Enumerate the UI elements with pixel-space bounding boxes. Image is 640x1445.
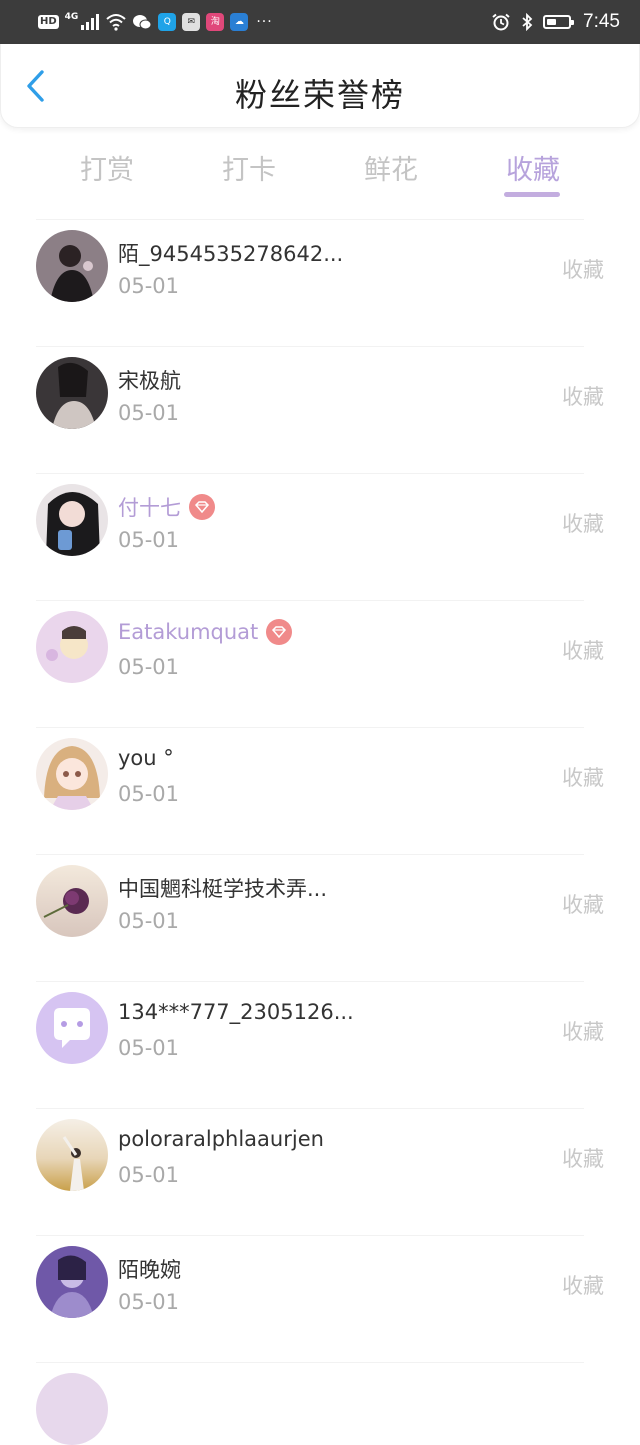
fan-name-text: you ° — [118, 746, 174, 770]
fan-name: poloraralphlaaurjen — [118, 1127, 324, 1151]
taobao-icon: 淘 — [206, 13, 225, 31]
tab-favorites[interactable]: 收藏 — [462, 138, 604, 202]
fan-name: Eatakumquat — [118, 619, 293, 645]
avatar-image — [36, 865, 108, 937]
avatar[interactable] — [36, 611, 108, 683]
wifi-icon — [106, 14, 126, 31]
avatar-image — [36, 1246, 108, 1318]
avatar-image — [36, 1373, 108, 1445]
favorite-action[interactable]: 收藏 — [562, 889, 604, 919]
favorite-action[interactable]: 收藏 — [562, 381, 604, 411]
avatar[interactable] — [36, 1246, 108, 1318]
hd-indicator: HD — [38, 15, 59, 29]
fan-name: 付十七 — [118, 492, 215, 522]
fan-date: 05-01 — [118, 401, 180, 425]
more-notifications: ··· — [256, 14, 273, 30]
favorite-action[interactable]: 收藏 — [562, 508, 604, 538]
page-title: 粉丝荣誉榜 — [234, 76, 405, 114]
tab-label: 打卡 — [222, 155, 276, 186]
fan-name-text: Eatakumquat — [118, 620, 259, 644]
fan-name: you ° — [118, 746, 174, 770]
avatar-image — [36, 1119, 108, 1191]
fan-date: 05-01 — [118, 655, 180, 679]
avatar-image — [36, 611, 108, 683]
tab-reward[interactable]: 打赏 — [36, 138, 178, 202]
fan-name-text: 宋极航 — [118, 369, 181, 393]
avatar-image — [36, 484, 108, 556]
list-item[interactable] — [36, 1362, 584, 1445]
tab-indicator — [504, 192, 560, 197]
fan-name: 134***777_2305126... — [118, 1000, 354, 1024]
tab-label: 打赏 — [80, 155, 134, 186]
clock: 7:45 — [583, 11, 620, 32]
battery-icon — [543, 15, 575, 29]
wechat-icon — [133, 15, 152, 30]
list-item[interactable]: Eatakumquat 05-01 收藏 — [36, 600, 604, 727]
diamond-icon — [189, 494, 215, 520]
tab-label: 鲜花 — [364, 155, 418, 186]
avatar[interactable] — [36, 738, 108, 810]
chat-bubble-icon — [36, 992, 108, 1064]
mail-icon: ✉ — [182, 13, 201, 31]
fan-date: 05-01 — [118, 909, 180, 933]
fan-name: 中国魍科梃学技术弄... — [118, 873, 327, 903]
fan-name-text: poloraralphlaaurjen — [118, 1127, 324, 1151]
favorite-action[interactable]: 收藏 — [562, 635, 604, 665]
cloud-icon: ☁ — [230, 13, 249, 31]
list-item[interactable]: you ° 05-01 收藏 — [36, 727, 604, 854]
fan-list: 陌_9454535278642... 05-01 收藏 宋极航 05-01 收藏 — [0, 219, 640, 1445]
bluetooth-icon — [522, 13, 533, 31]
avatar[interactable] — [36, 992, 108, 1064]
list-item[interactable]: 宋极航 05-01 收藏 — [36, 346, 604, 473]
fan-date: 05-01 — [118, 274, 180, 298]
fan-date: 05-01 — [118, 1163, 180, 1187]
avatar[interactable] — [36, 484, 108, 556]
avatar[interactable] — [36, 357, 108, 429]
favorite-action[interactable]: 收藏 — [562, 762, 604, 792]
avatar[interactable] — [36, 1119, 108, 1191]
diamond-icon — [266, 619, 293, 645]
avatar-image — [36, 230, 108, 302]
favorite-action[interactable]: 收藏 — [562, 1270, 604, 1300]
status-bar: HD 4G Q ✉ 淘 ☁ ··· 7:45 — [0, 0, 640, 44]
tab-checkin[interactable]: 打卡 — [178, 138, 320, 202]
fan-name: 宋极航 — [118, 365, 181, 395]
fan-date: 05-01 — [118, 1036, 180, 1060]
app-header: 粉丝荣誉榜 — [0, 44, 640, 128]
list-item[interactable]: 付十七 05-01 收藏 — [36, 473, 604, 600]
list-item[interactable]: 中国魍科梃学技术弄... 05-01 收藏 — [36, 854, 604, 981]
alarm-icon — [492, 13, 510, 31]
qq-browser-icon: Q — [158, 13, 177, 31]
fan-name: 陌晚婉 — [118, 1254, 181, 1284]
fan-date: 05-01 — [118, 782, 180, 806]
list-item[interactable]: 陌晚婉 05-01 收藏 — [36, 1235, 604, 1362]
fan-date: 05-01 — [118, 528, 180, 552]
avatar-image — [36, 738, 108, 810]
avatar[interactable] — [36, 230, 108, 302]
fan-name-text: 陌晚婉 — [118, 1258, 181, 1282]
list-item[interactable]: poloraralphlaaurjen 05-01 收藏 — [36, 1108, 604, 1235]
favorite-action[interactable]: 收藏 — [562, 1143, 604, 1173]
fan-date: 05-01 — [118, 1290, 180, 1314]
tab-label: 收藏 — [506, 155, 560, 186]
fan-name-text: 中国魍科梃学技术弄... — [118, 877, 328, 901]
favorite-action[interactable]: 收藏 — [562, 254, 604, 284]
fan-name: 陌_9454535278642... — [118, 238, 343, 268]
network-type: 4G — [64, 12, 79, 22]
fan-name-text: 付十七 — [118, 496, 181, 520]
signal-icon — [81, 14, 100, 30]
avatar[interactable] — [36, 1373, 108, 1445]
avatar-image — [36, 357, 108, 429]
tab-flowers[interactable]: 鲜花 — [320, 138, 462, 202]
fan-name-text: 134***777_2305126... — [118, 1000, 354, 1024]
favorite-action[interactable]: 收藏 — [562, 1016, 604, 1046]
tab-bar: 打赏 打卡 鲜花 收藏 — [36, 138, 604, 202]
fan-name-text: 陌_9454535278642... — [118, 242, 344, 266]
avatar[interactable] — [36, 865, 108, 937]
list-item[interactable]: 陌_9454535278642... 05-01 收藏 — [36, 219, 604, 346]
list-item[interactable]: 134***777_2305126... 05-01 收藏 — [36, 981, 604, 1108]
